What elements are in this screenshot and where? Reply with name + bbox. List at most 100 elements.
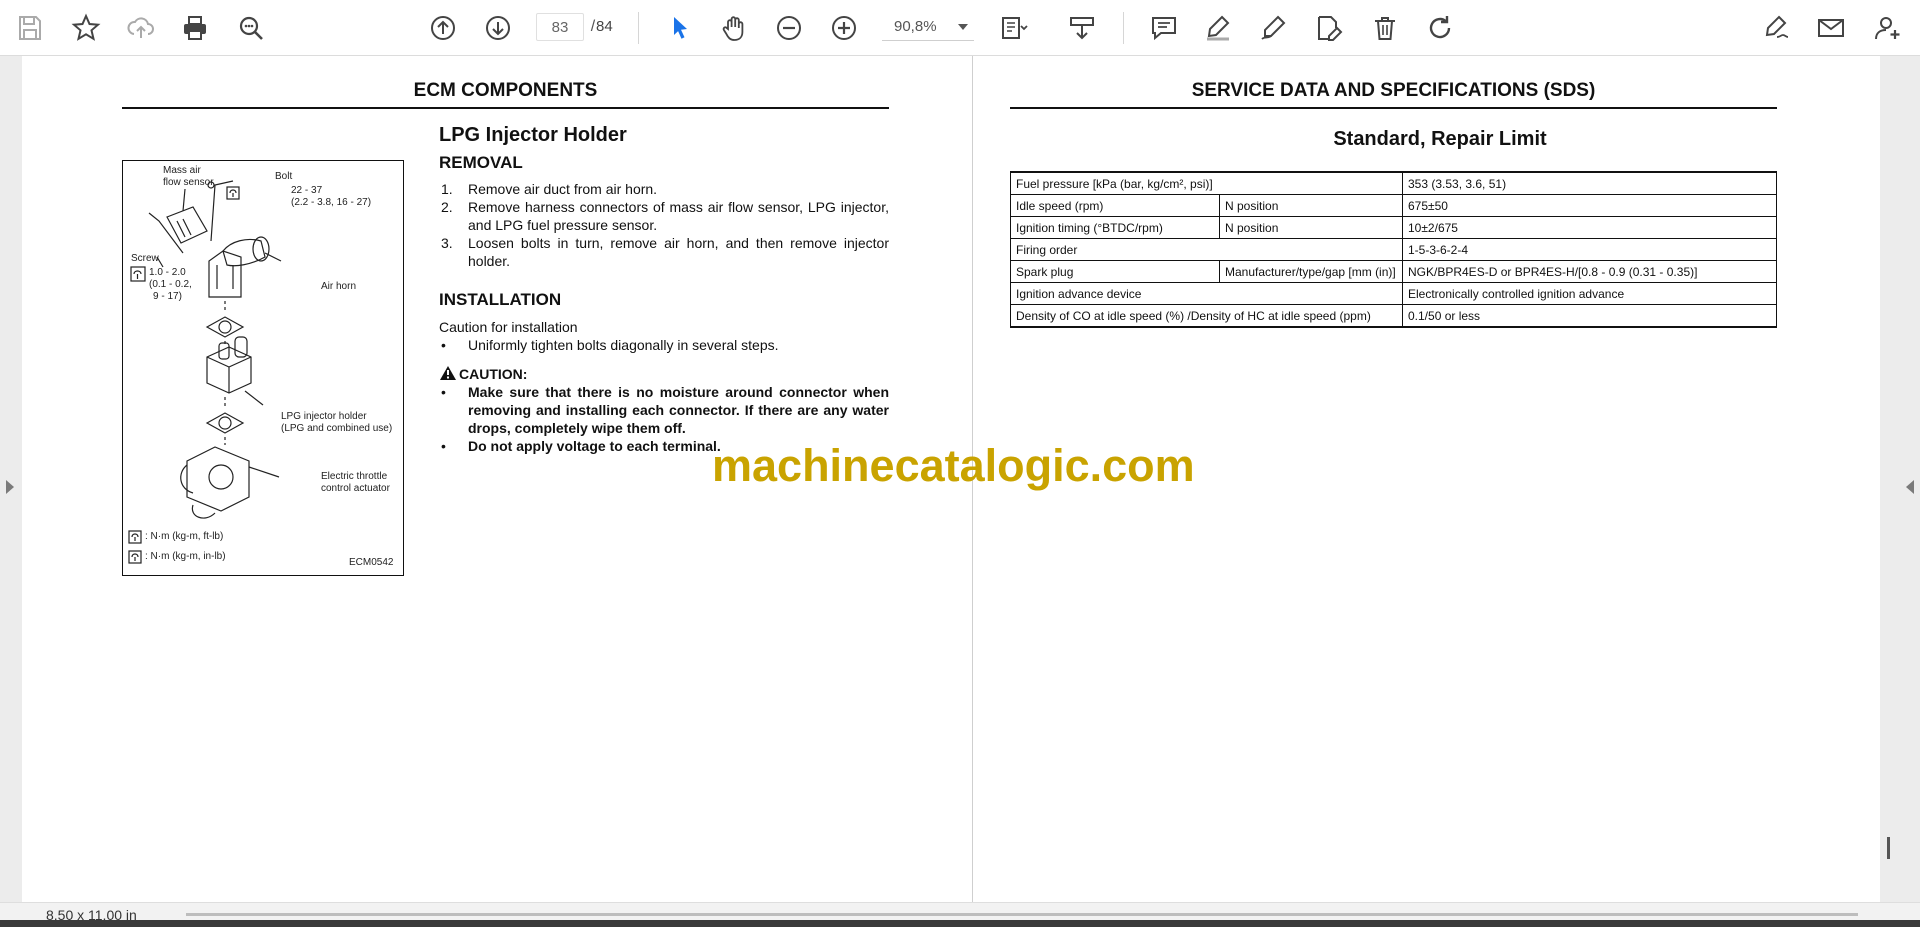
- label-throttle-1: Electric throttle: [321, 471, 388, 482]
- label-bolt-torque-1: 22 - 37: [291, 185, 323, 196]
- sds-row: Ignition advance device Electronically co…: [1010, 282, 1777, 305]
- page-total: 84: [596, 18, 613, 35]
- draw-pen-icon[interactable]: [1255, 10, 1291, 46]
- label-bolt: Bolt: [275, 171, 293, 182]
- toolbar-divider: [1123, 12, 1124, 44]
- sds-item-cell: Density of CO at idle speed (%) /Density…: [1010, 304, 1403, 328]
- sds-condition-cell: N position: [1219, 216, 1403, 239]
- page-number-input[interactable]: 83: [536, 13, 584, 41]
- label-legend-2: : N·m (kg-m, in-lb): [145, 551, 226, 562]
- removal-step-text: Remove harness connectors of mass air fl…: [468, 199, 889, 233]
- fit-page-icon[interactable]: [996, 10, 1032, 46]
- removal-step-number: 2.: [441, 199, 453, 215]
- sds-item-cell: Ignition advance device: [1010, 282, 1403, 305]
- installation-heading: INSTALLATION: [439, 290, 562, 309]
- removal-step-number: 3.: [441, 235, 453, 251]
- sds-row: Firing order 1-5-3-6-2-4: [1010, 238, 1777, 261]
- left-section-title: ECM COMPONENTS: [413, 80, 598, 101]
- label-air-horn: Air horn: [321, 281, 357, 292]
- hand-tool-icon[interactable]: [716, 10, 752, 46]
- figure-code: ECM0542: [349, 557, 394, 568]
- previous-page-icon[interactable]: [425, 10, 461, 46]
- expand-left-panel-icon[interactable]: [6, 480, 14, 494]
- share-user-icon[interactable]: [1870, 10, 1906, 46]
- scroll-mode-icon[interactable]: [1064, 10, 1100, 46]
- sds-subtitle: Standard, Repair Limit: [1333, 128, 1547, 150]
- removal-step-text: Loosen bolts in turn, remove air horn, a…: [468, 235, 889, 269]
- sds-value-cell: 675±50: [1402, 194, 1777, 217]
- caution-warning-icon: [440, 366, 456, 380]
- left-panel-strip: [0, 56, 22, 902]
- label-screw-torque-1: 1.0 - 2.0: [149, 267, 186, 278]
- zoom-search-icon[interactable]: [233, 10, 269, 46]
- right-panel-strip: [1880, 56, 1920, 902]
- caution-bullet-text: Make sure that there is no moisture arou…: [468, 384, 889, 436]
- print-icon[interactable]: [177, 10, 213, 46]
- left-section-rule: [122, 107, 889, 109]
- sds-value-cell: 1-5-3-6-2-4: [1402, 238, 1777, 261]
- sds-item-cell: Fuel pressure [kPa (bar, kg/cm², psi)]: [1010, 171, 1403, 195]
- caution-bullet-dot: •: [441, 384, 446, 400]
- label-bolt-torque-2: (2.2 - 3.8, 16 - 27): [291, 197, 372, 208]
- caution-bullet-dot: •: [441, 438, 446, 454]
- mail-icon[interactable]: [1813, 10, 1849, 46]
- sds-value-cell: 353 (3.53, 3.6, 51): [1402, 171, 1777, 195]
- sds-row: Ignition timing (°BTDC/rpm) N position 10±…: [1010, 216, 1777, 239]
- horizontal-scrollbar[interactable]: [186, 913, 1858, 916]
- label-screw-torque-2: (0.1 - 0.2,: [149, 279, 192, 290]
- edit-document-icon[interactable]: [1310, 10, 1346, 46]
- removal-step-number: 1.: [441, 181, 453, 197]
- expand-right-panel-icon[interactable]: [1906, 480, 1914, 494]
- next-page-icon[interactable]: [480, 10, 516, 46]
- removal-step-text: Remove air duct from air horn.: [468, 181, 658, 197]
- toolbar: 83 / 84 90,8%: [0, 0, 1920, 56]
- rotate-icon[interactable]: [1422, 10, 1458, 46]
- window-bottom-edge: [0, 920, 1920, 927]
- sds-value-cell: Electronically controlled ignition advan…: [1402, 282, 1777, 305]
- sds-row: Fuel pressure [kPa (bar, kg/cm², psi)] 35…: [1010, 171, 1777, 195]
- caution-label: CAUTION:: [459, 366, 528, 382]
- lpg-injector-figure: Mass air flow sensor Bolt 22 - 37 (2.2 -…: [122, 160, 404, 576]
- sign-pen-icon[interactable]: [1758, 10, 1794, 46]
- sds-row: Spark plug Manufacturer/type/gap [mm (in)…: [1010, 260, 1777, 283]
- cloud-upload-icon[interactable]: [123, 10, 159, 46]
- sds-value-cell: 10±2/675: [1402, 216, 1777, 239]
- sds-item-cell: Ignition timing (°BTDC/rpm): [1010, 216, 1220, 239]
- zoom-in-icon[interactable]: [826, 10, 862, 46]
- label-lpg-holder-1: LPG injector holder: [281, 411, 367, 422]
- label-screw: Screw: [131, 253, 159, 264]
- caution-intro: Caution for installation: [439, 319, 578, 335]
- sds-value-cell: NGK/BPR4ES-D or BPR4ES-H/[0.8 - 0.9 (0.3…: [1402, 260, 1777, 283]
- chevron-down-icon: [958, 24, 968, 30]
- right-section-rule: [1010, 107, 1777, 109]
- save-icon[interactable]: [12, 10, 48, 46]
- vertical-scrollbar-thumb[interactable]: [1887, 837, 1890, 859]
- right-section-title: SERVICE DATA AND SPECIFICATIONS (SDS): [1191, 80, 1596, 101]
- zoom-out-icon[interactable]: [771, 10, 807, 46]
- label-lpg-holder-2: (LPG and combined use): [281, 423, 393, 434]
- zoom-value: 90,8%: [894, 18, 937, 35]
- lpg-injector-heading: LPG Injector Holder: [439, 124, 627, 146]
- label-screw-torque-3: 9 - 17): [153, 291, 182, 302]
- sds-item-cell: Firing order: [1010, 238, 1403, 261]
- sds-item-cell: Idle speed (rpm): [1010, 194, 1220, 217]
- sds-item-cell: Spark plug: [1010, 260, 1220, 283]
- sds-row: Density of CO at idle speed (%) /Density…: [1010, 304, 1777, 328]
- toolbar-divider: [638, 12, 639, 44]
- sds-table: Fuel pressure [kPa (bar, kg/cm², psi)] 35…: [1010, 171, 1777, 328]
- zoom-level-select[interactable]: 90,8%: [882, 13, 974, 41]
- sds-value-cell: 0.1/50 or less: [1402, 304, 1777, 328]
- bookmark-star-icon[interactable]: [68, 10, 104, 46]
- sds-row: Idle speed (rpm) N position 675±50: [1010, 194, 1777, 217]
- sds-condition-cell: N position: [1219, 194, 1403, 217]
- label-mass-air-2: flow sensor: [163, 177, 214, 188]
- removal-heading: REMOVAL: [439, 153, 523, 172]
- comment-icon[interactable]: [1146, 10, 1182, 46]
- highlight-pen-icon[interactable]: [1200, 10, 1236, 46]
- label-legend-1: : N·m (kg-m, ft-lb): [145, 531, 224, 542]
- sds-condition-cell: Manufacturer/type/gap [mm (in)]: [1219, 260, 1403, 283]
- select-cursor-icon[interactable]: [662, 10, 698, 46]
- label-mass-air-1: Mass air: [163, 165, 201, 176]
- lpg-injector-diagram: [128, 180, 282, 564]
- delete-trash-icon[interactable]: [1367, 10, 1403, 46]
